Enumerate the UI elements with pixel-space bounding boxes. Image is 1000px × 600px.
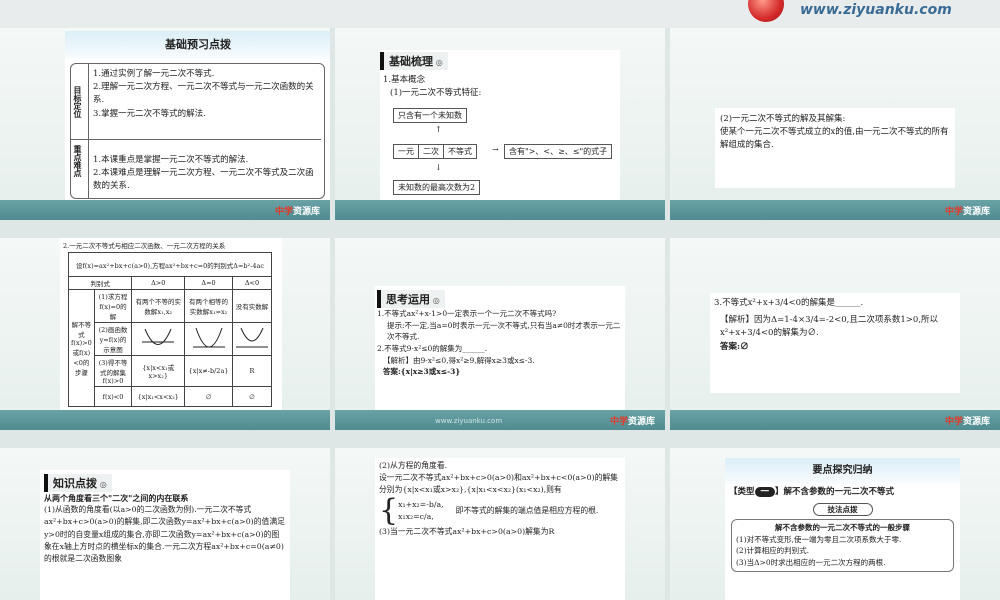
parabola-two-roots-icon bbox=[131, 322, 186, 356]
logo-icon bbox=[748, 0, 784, 22]
answer-1: 提示:不一定,当a=0时表示一元一次不等式,只有当a≠0时才表示一元二次不等式. bbox=[387, 320, 621, 342]
analysis-3: 【解析】因为Δ=1-4×3/4=-2<0,且二次项系数1>0,所以x²+x+3/… bbox=[720, 315, 939, 339]
method-badge: 技法点拨 bbox=[812, 503, 873, 517]
slide-thumbnail-9[interactable]: 要点探究归纳 【类型一】解不含参数的一元二次不等式 技法点拨 解不含参数的一元二… bbox=[670, 448, 1000, 600]
point-body: (1)从函数的角度看(以a>0的二次函数为例).一元二次不等式ax²+bx+c>… bbox=[44, 505, 285, 563]
slide-thumbnail-5[interactable]: 思考运用 ◎ 1.不等式ax²+x-1>0一定表示一个一元二次不等式吗? 提示:… bbox=[335, 238, 665, 430]
section-heading: 基础梳理 ◎ bbox=[380, 52, 448, 70]
concept-row: 一元 二次 不等式 bbox=[393, 144, 477, 159]
slide-thumbnail-2[interactable]: 基础梳理 ◎ 1.基本概念 (1)一元二次不等式特征: 只含有一个未知数 ↑ 一… bbox=[335, 28, 665, 220]
answer-2: 答案:{x|x≥3或x≤-3} bbox=[383, 367, 461, 377]
objectives-list: 1.通过实例了解一元二次不等式. 2.理解一元二次方程、一元二次不等式与一元二次… bbox=[93, 69, 314, 119]
parabola-no-root-icon bbox=[231, 322, 273, 356]
question-1: 1.不等式ax²+x-1>0一定表示一个一元二次不等式吗? bbox=[377, 309, 557, 318]
section-label: 1.基本概念 bbox=[383, 75, 426, 85]
arrow-right-icon: → bbox=[492, 145, 499, 154]
answer-3: 答案:∅ bbox=[720, 341, 749, 352]
site-url[interactable]: www.ziyuanku.com bbox=[800, 2, 952, 18]
key-points-label: 重点难点 bbox=[71, 139, 89, 199]
point-title: 从两个角度看三个"二次"之间的内在联系 bbox=[44, 493, 189, 503]
section-heading: 思考运用 ◎ bbox=[377, 290, 445, 308]
slide-thumbnail-4[interactable]: 2.一元二次不等式与相应二次函数、一元二次方程的关系 设f(x)=ax²+bx+… bbox=[0, 238, 330, 430]
slide-thumbnail-3[interactable]: (2)一元二次不等式的解及其解集: 使某个一元二次不等式成立的x的值,由一元二次… bbox=[670, 28, 1000, 220]
slide-thumbnail-1[interactable]: 基础预习点拨 目标定位 1.通过实例了解一元二次不等式. 2.理解一元二次方程、… bbox=[0, 28, 330, 220]
slide-thumbnail-8[interactable]: (2)从方程的角度看. 设一元二次不等式ax²+bx+c>0(a>0)和ax²+… bbox=[335, 448, 665, 600]
slide-thumbnail-6[interactable]: 3.不等式x²+x+3/4<0的解集是______. 【解析】因为Δ=1-4×3… bbox=[670, 238, 1000, 430]
type-label: 【类型一】解不含参数的一元二次不等式 bbox=[729, 487, 895, 497]
key-points-list: 1.本课重点是掌握一元二次不等式的解法. 2.本课难点是理解一元二次方程、一元二… bbox=[93, 155, 314, 192]
definition-title: (2)一元二次不等式的解及其解集: bbox=[720, 114, 846, 124]
definition-body: 使某个一元二次不等式成立的x的值,由一元二次不等式的所有解组成的集合. bbox=[720, 127, 949, 151]
section-heading: 知识点拨 ◎ bbox=[44, 474, 112, 492]
slide-title: 基础预习点拨 bbox=[65, 31, 330, 59]
sub-label: (1)一元二次不等式特征: bbox=[390, 88, 482, 99]
question-3: 3.不等式x²+x+3/4<0的解集是______. bbox=[714, 298, 864, 308]
arrow-down-icon: ↓ bbox=[435, 163, 442, 172]
footer-bar: 中学资源库 bbox=[0, 200, 330, 220]
brace-icon: { bbox=[379, 493, 399, 529]
concept-box-right: 含有">、<、≥、≤"的式子 bbox=[504, 144, 613, 159]
table-caption: 2.一元二次不等式与相应二次函数、一元二次方程的关系 bbox=[63, 242, 226, 250]
arrow-up-icon: ↑ bbox=[435, 125, 442, 134]
analysis-2: 【解析】由9-x²≤0,得x²≥9,解得x≥3或x≤-3. bbox=[383, 355, 535, 365]
slide-thumbnail-7[interactable]: 知识点拨 ◎ 从两个角度看三个"二次"之间的内在联系 (1)从函数的角度看(以a… bbox=[0, 448, 330, 600]
question-2: 2.不等式9-x²≤0的解集为______. bbox=[377, 343, 488, 353]
concept-box-top: 只含有一个未知数 bbox=[393, 108, 467, 123]
relation-table: 设f(x)=ax²+bx+c(a>0),方程ax²+bx+c=0的判别式Δ=b²… bbox=[67, 252, 273, 407]
top-banner: www.ziyuanku.com bbox=[0, 0, 1000, 28]
objectives-label: 目标定位 bbox=[71, 64, 89, 139]
slide-title: 要点探究归纳 bbox=[725, 458, 960, 484]
concept-box-bottom: 未知数的最高次数为2 bbox=[393, 180, 481, 195]
parabola-one-root-icon bbox=[184, 322, 233, 356]
